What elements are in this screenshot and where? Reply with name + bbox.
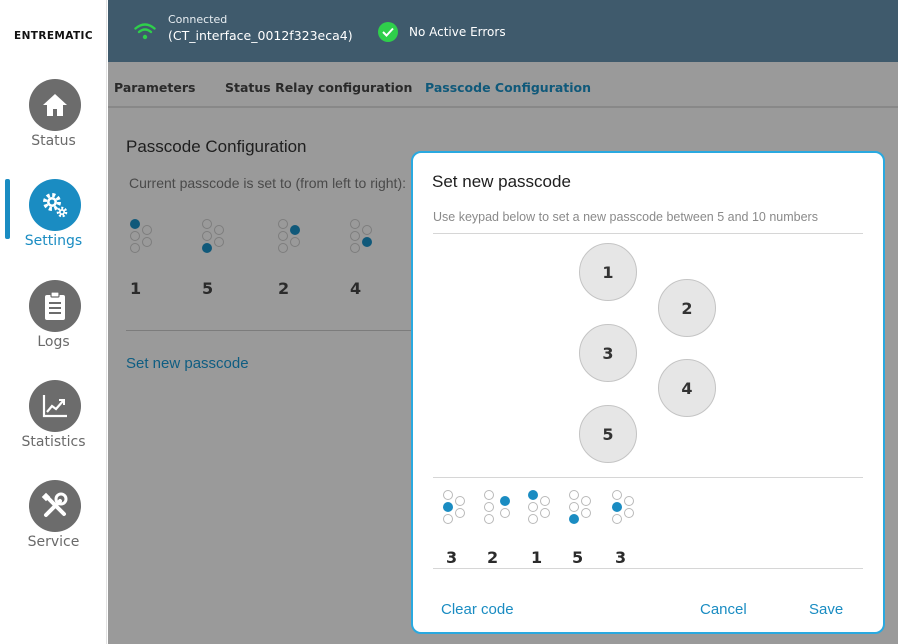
error-status: No Active Errors	[409, 25, 506, 39]
digit-dots	[484, 488, 510, 528]
digit-label: 2	[278, 279, 290, 298]
tab-parameters[interactable]: Parameters	[114, 80, 195, 95]
connection-bar: Connected (CT_interface_0012f323eca4) No…	[108, 0, 898, 62]
cancel-button[interactable]: Cancel	[700, 601, 747, 618]
digit-label: 4	[350, 279, 362, 298]
digit-label: 5	[202, 279, 214, 298]
keypad-key-2[interactable]: 2	[658, 279, 716, 337]
section-description: Current passcode is set to (from left to…	[129, 175, 406, 191]
sidebar-item-label: Status	[31, 133, 76, 149]
clear-code-button[interactable]: Clear code	[441, 601, 514, 618]
entered-code-digit: 2	[484, 488, 514, 567]
section-title: Passcode Configuration	[126, 137, 307, 156]
sidebar-item-settings[interactable]: Settings	[0, 179, 107, 269]
save-button[interactable]: Save	[809, 601, 843, 618]
dialog-title: Set new passcode	[432, 172, 571, 191]
connection-status: Connected	[168, 13, 228, 26]
digit-dots	[350, 217, 376, 257]
sidebar-item-service[interactable]: Service	[0, 480, 107, 570]
entered-code-digit: 1	[528, 488, 558, 567]
sidebar-item-label: Statistics	[21, 434, 86, 450]
digit-dots	[130, 217, 156, 257]
digit-label: 3	[615, 548, 627, 567]
chart-icon	[29, 380, 81, 432]
tools-icon	[29, 480, 81, 532]
digit-dots	[612, 488, 638, 528]
digit-dots	[202, 217, 228, 257]
connection-name: (CT_interface_0012f323eca4)	[168, 28, 353, 43]
sidebar-item-logs[interactable]: Logs	[0, 280, 107, 370]
current-code-digit: 1	[130, 217, 180, 298]
set-passcode-dialog: Set new passcode Use keypad below to set…	[411, 151, 885, 634]
digit-dots	[569, 488, 595, 528]
entered-code-digit: 3	[612, 488, 642, 567]
sidebar-item-statistics[interactable]: Statistics	[0, 380, 107, 470]
digit-label: 3	[446, 548, 458, 567]
digit-label: 1	[531, 548, 543, 567]
tab-passcode[interactable]: Passcode Configuration	[425, 80, 591, 95]
digit-label: 5	[572, 548, 584, 567]
home-icon	[29, 79, 81, 131]
divider	[433, 568, 863, 569]
divider	[126, 330, 426, 331]
divider	[433, 233, 863, 234]
gears-icon	[29, 179, 81, 231]
digit-dots	[278, 217, 304, 257]
keypad-key-1[interactable]: 1	[579, 243, 637, 301]
set-new-passcode-link[interactable]: Set new passcode	[126, 355, 249, 372]
current-code-digit: 2	[278, 217, 328, 298]
keypad-key-3[interactable]: 3	[579, 324, 637, 382]
sidebar-item-label: Logs	[37, 334, 70, 350]
check-icon	[378, 22, 398, 42]
digit-label: 2	[487, 548, 499, 567]
tab-bar: Parameters Status Relay configuration Pa…	[108, 62, 898, 108]
digit-label: 1	[130, 279, 142, 298]
keypad-key-4[interactable]: 4	[658, 359, 716, 417]
sidebar-item-status[interactable]: Status	[0, 79, 107, 169]
current-code-digit: 5	[202, 217, 252, 298]
sidebar-item-label: Service	[27, 534, 80, 550]
divider	[433, 477, 863, 478]
entered-code-digit: 3	[443, 488, 473, 567]
tab-status-relay[interactable]: Status Relay configuration	[225, 80, 412, 95]
digit-dots	[443, 488, 469, 528]
wifi-icon	[134, 22, 156, 44]
dialog-hint: Use keypad below to set a new passcode b…	[433, 210, 818, 224]
entrematic-logo: ENTREMATIC	[14, 30, 93, 42]
digit-dots	[528, 488, 554, 528]
sidebar: ENTREMATIC Status Settings Logs Statisti…	[0, 0, 107, 644]
current-code-digit: 4	[350, 217, 400, 298]
keypad-key-5[interactable]: 5	[579, 405, 637, 463]
clipboard-icon	[29, 280, 81, 332]
sidebar-item-label: Settings	[24, 233, 83, 249]
entered-code-digit: 5	[569, 488, 599, 567]
